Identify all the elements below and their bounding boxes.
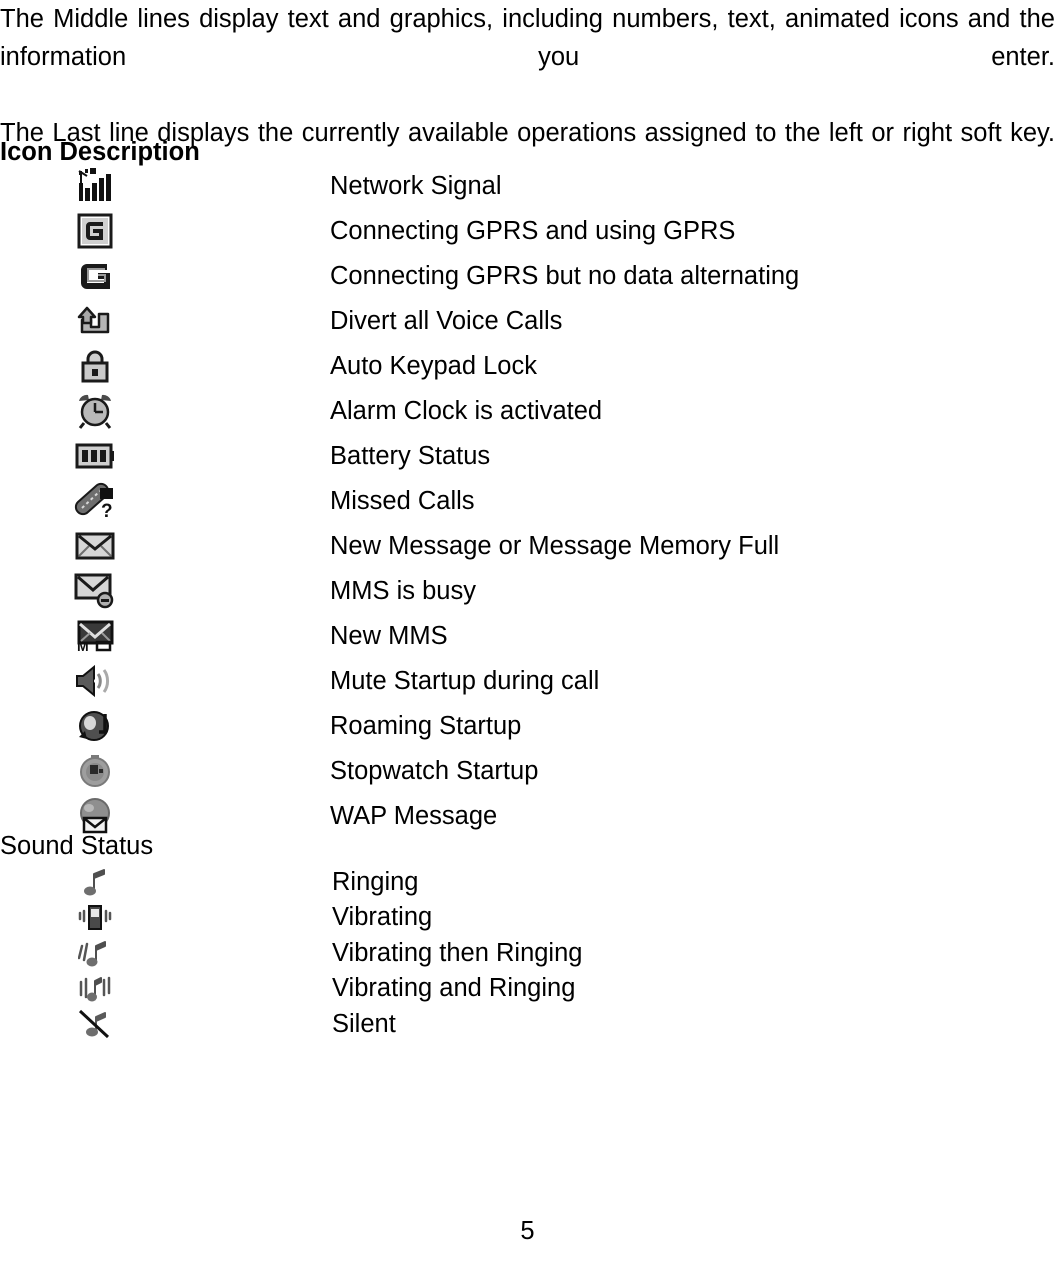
icon-description-list: Network Signal Connecting GPRS and using… (0, 163, 1055, 838)
icon-cell (0, 348, 190, 384)
icon-label: Missed Calls (330, 486, 475, 515)
gprs-connected-boxed-icon (77, 213, 113, 248)
gprs-idle-icon (81, 263, 110, 289)
icon-label: Network Signal (330, 171, 502, 200)
icon-cell (0, 664, 190, 698)
icon-row: Battery Status (0, 433, 1055, 478)
icon-label: Vibrating and Ringing (332, 974, 576, 1003)
battery-status-icon (75, 443, 114, 468)
keypad-lock-icon (81, 350, 109, 382)
icon-label: WAP Message (330, 801, 498, 830)
vibrating-phone-icon (78, 905, 112, 931)
mute-speaker-icon (76, 664, 110, 697)
missed-call-icon: ? (74, 482, 113, 520)
icon-label: Divert all Voice Calls (330, 306, 563, 335)
vibrate-then-ring-icon (78, 940, 106, 967)
icon-cell (0, 442, 190, 470)
page-number: 5 (520, 1217, 535, 1245)
silent-icon (78, 1009, 110, 1038)
icon-label: Connecting GPRS but no data alternating (330, 261, 800, 290)
icon-label: Vibrating (332, 903, 433, 932)
icon-cell (0, 304, 190, 338)
icon-label: Connecting GPRS and using GPRS (330, 216, 736, 245)
icon-cell (0, 797, 190, 835)
icon-cell (0, 1009, 190, 1039)
icon-row: Alarm Clock is activated (0, 388, 1055, 433)
icon-label: Silent (332, 1009, 396, 1038)
sound-status-heading: Sound Status (0, 832, 154, 860)
document-page: The Middle lines display text and graphi… (0, 0, 1055, 1261)
roaming-icon (79, 710, 109, 741)
icon-row: Vibrating then Ringing (0, 935, 1055, 971)
icon-row: M New MMS (0, 613, 1055, 658)
icon-row: Connecting GPRS but no data alternating (0, 253, 1055, 298)
call-divert-icon (77, 306, 110, 333)
alarm-clock-icon (78, 394, 112, 429)
icon-cell (0, 867, 190, 897)
icon-row: Auto Keypad Lock (0, 343, 1055, 388)
icon-row: Connecting GPRS and using GPRS (0, 208, 1055, 253)
new-mms-icon: M (77, 620, 114, 652)
icon-cell: ? (0, 482, 190, 520)
ringing-note-icon (84, 868, 105, 896)
icon-cell (0, 213, 190, 249)
icon-label: Ringing (332, 867, 419, 896)
icon-row: Vibrating (0, 900, 1055, 936)
network-signal-icon (78, 167, 111, 201)
icon-label: Roaming Startup (330, 711, 522, 740)
icon-cell (0, 753, 190, 789)
icon-label: Mute Startup during call (330, 666, 600, 695)
icon-row: Silent (0, 1006, 1055, 1042)
stopwatch-icon (80, 754, 110, 787)
icon-label: Stopwatch Startup (330, 756, 539, 785)
icon-label: New Message or Message Memory Full (330, 531, 780, 560)
new-message-icon (75, 532, 115, 559)
icon-row: Divert all Voice Calls (0, 298, 1055, 343)
icon-row: Roaming Startup (0, 703, 1055, 748)
icon-row: Vibrating and Ringing (0, 971, 1055, 1007)
svg-text:?: ? (101, 501, 113, 520)
icon-cell (0, 573, 190, 609)
icon-cell (0, 531, 190, 561)
icon-label: Vibrating then Ringing (332, 938, 583, 967)
wap-message-icon (80, 797, 110, 833)
icon-cell (0, 167, 190, 205)
icon-label: Alarm Clock is activated (330, 396, 603, 425)
icon-label: New MMS (330, 621, 448, 650)
icon-cell (0, 392, 190, 430)
icon-row: New Message or Message Memory Full (0, 523, 1055, 568)
svg-text:M: M (77, 638, 89, 652)
icon-cell: M (0, 620, 190, 652)
icon-row: ? Missed Calls (0, 478, 1055, 523)
icon-row: Stopwatch Startup (0, 748, 1055, 793)
icon-cell (0, 258, 190, 294)
icon-row: Ringing (0, 864, 1055, 900)
intro-paragraph-1: The Middle lines display text and graphi… (0, 5, 1055, 71)
vibrate-and-ring-icon (79, 977, 111, 1002)
icon-row: WAP Message (0, 793, 1055, 838)
icon-label: Auto Keypad Lock (330, 351, 537, 380)
icon-cell (0, 708, 190, 744)
icon-cell (0, 973, 190, 1003)
icon-row: Network Signal (0, 163, 1055, 208)
mms-busy-icon (74, 573, 114, 608)
sound-status-list: Ringing Vibrating Vibrating then Ringing… (0, 864, 1055, 1042)
icon-row: MMS is busy (0, 568, 1055, 613)
icon-label: MMS is busy (330, 576, 476, 605)
icon-row: Mute Startup during call (0, 658, 1055, 703)
icon-cell (0, 902, 190, 932)
icon-label: Battery Status (330, 441, 491, 470)
icon-cell (0, 938, 190, 968)
